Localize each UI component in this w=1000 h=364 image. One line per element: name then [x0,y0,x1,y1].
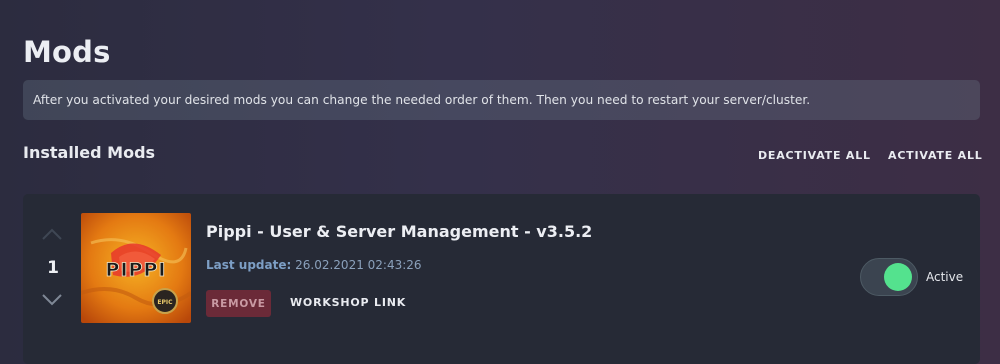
last-update-label: Last update: [206,258,292,272]
mod-card: 1 PIPPI EPIC Pippi - User & Server Manag… [23,194,980,364]
activate-all-button[interactable]: ACTIVATE ALL [888,147,983,165]
installed-mods-heading: Installed Mods [23,143,156,162]
mod-thumbnail: PIPPI EPIC [81,213,191,323]
deactivate-all-button[interactable]: DEACTIVATE ALL [758,147,871,165]
mod-status-label: Active [926,270,964,284]
thumbnail-badge-text: EPIC [157,299,173,306]
info-banner: After you activated your desired mods yo… [23,80,980,120]
mod-last-update: Last update: 26.02.2021 02:43:26 [206,256,422,274]
last-update-value: 26.02.2021 02:43:26 [295,258,422,272]
remove-mod-button[interactable]: REMOVE [206,290,271,317]
toggle-knob [884,263,912,291]
workshop-link[interactable]: WORKSHOP LINK [290,295,406,311]
order-controls: 1 [37,226,69,306]
thumbnail-logo-text: PIPPI [106,259,167,281]
page-title: Mods [23,35,111,69]
mod-active-toggle[interactable] [860,258,918,296]
mod-order-number: 1 [47,258,59,278]
info-banner-text: After you activated your desired mods yo… [33,93,811,107]
mod-name: Pippi - User & Server Management - v3.5.… [206,222,593,241]
chevron-down-icon[interactable] [41,292,63,306]
chevron-up-icon[interactable] [41,226,63,240]
